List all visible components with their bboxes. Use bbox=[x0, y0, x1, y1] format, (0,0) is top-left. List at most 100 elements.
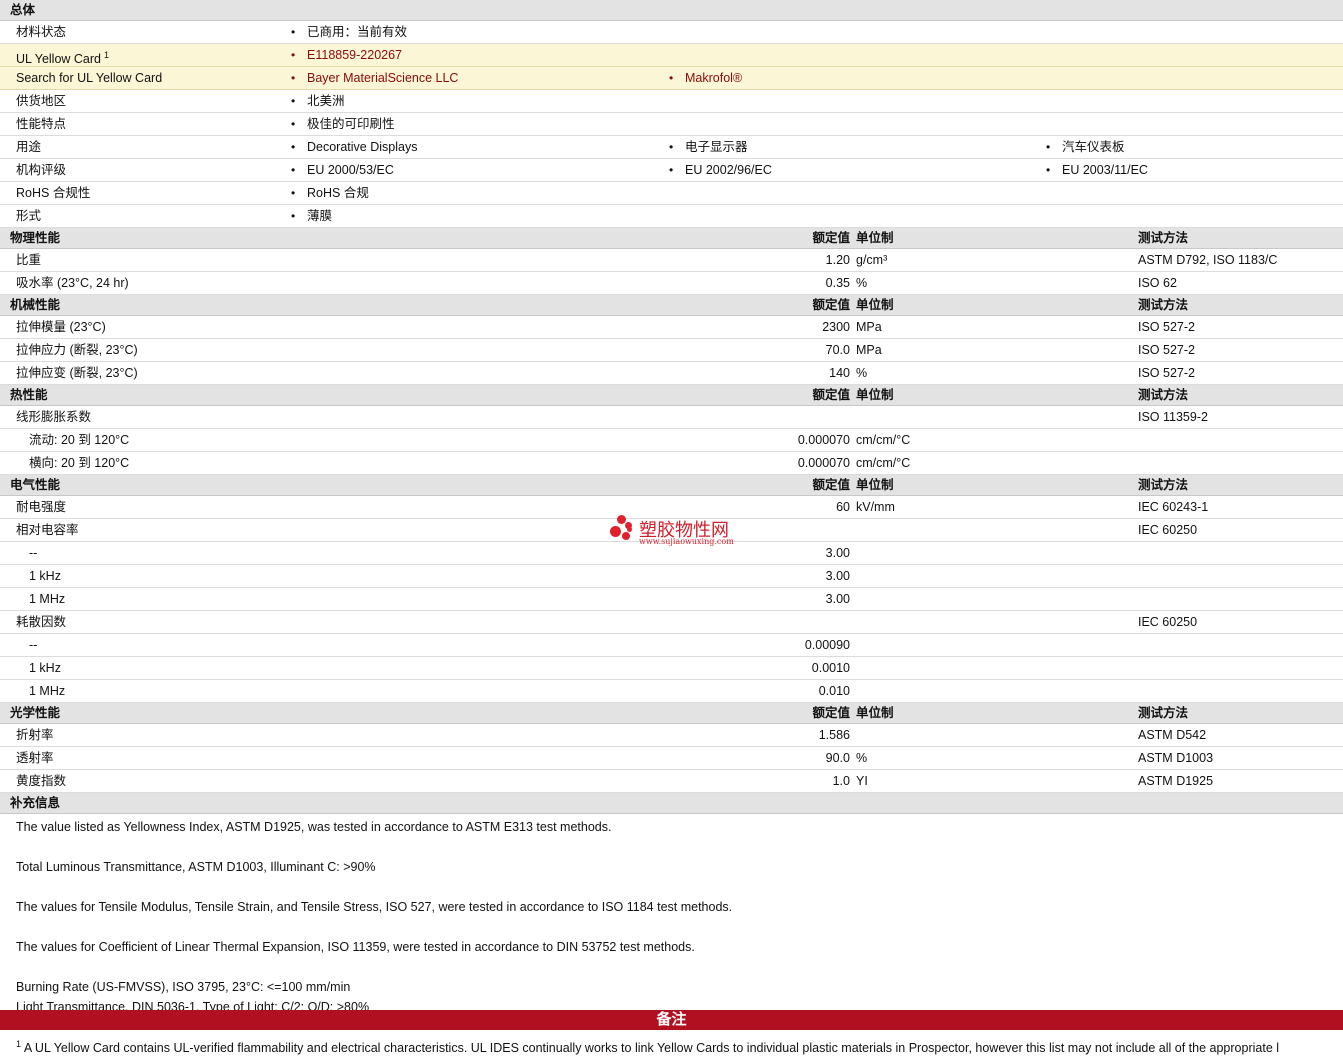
property-label: 吸水率 (23°C, 24 hr) bbox=[16, 276, 129, 290]
property-label: 横向: 20 到 120°C bbox=[29, 456, 130, 470]
section-title: 总体 bbox=[10, 3, 36, 17]
property-row: 流动: 20 到 120°C 0.000070 cm/cm/°C bbox=[0, 429, 1343, 452]
section-title: 电气性能 bbox=[10, 478, 61, 492]
property-value: 3.00 bbox=[825, 546, 850, 560]
section-title: 机械性能 bbox=[10, 298, 61, 312]
general-row: Search for UL Yellow Card Bayer MaterialS… bbox=[0, 67, 1343, 90]
test-method: IEC 60243-1 bbox=[1138, 500, 1209, 514]
general-row: UL Yellow Card1 E118859-220267 bbox=[0, 44, 1343, 67]
property-label: 耗散因数 bbox=[16, 615, 67, 629]
row-label: 性能特点 bbox=[16, 113, 66, 136]
row-value: EU 2003/11/EC bbox=[1046, 159, 1148, 182]
general-row: 形式 薄膜 bbox=[0, 205, 1343, 228]
col-header-value-label: 额定值 bbox=[812, 231, 850, 245]
general-row: 供货地区 北美洲 bbox=[0, 90, 1343, 113]
test-method: ISO 11359-2 bbox=[1138, 410, 1208, 424]
property-unit: cm/cm/°C bbox=[856, 456, 911, 470]
yellow-card-link[interactable]: E118859-220267 bbox=[291, 44, 402, 67]
property-row: 比重 1.20 g/cm³ ASTM D792, ISO 1183/C bbox=[0, 249, 1343, 272]
property-value: 70.0 bbox=[825, 343, 850, 357]
col-header-value-label: 额定值 bbox=[812, 298, 850, 312]
row-value: 已商用：当前有效 bbox=[291, 21, 407, 44]
test-method: IEC 60250 bbox=[1138, 615, 1198, 629]
property-label: 1 MHz bbox=[29, 592, 66, 606]
row-label-text: 性能特点 bbox=[16, 117, 67, 131]
watermark-url: www.sujiaowuxing.com bbox=[639, 537, 734, 546]
row-label: 形式 bbox=[16, 205, 41, 228]
section-header-electrical: 电气性能 额定值 单位制 测试方法 bbox=[0, 475, 1343, 496]
row-label-text: 形式 bbox=[16, 209, 42, 223]
col-header-method: 测试方法 bbox=[1138, 231, 1189, 245]
property-value: 0.35 bbox=[825, 276, 850, 290]
yellow-card-link[interactable]: Makrofol® bbox=[669, 67, 742, 90]
property-row: 拉伸应力 (断裂, 23°C) 70.0 MPa ISO 527-2 bbox=[0, 339, 1343, 362]
test-method: ASTM D1003 bbox=[1138, 751, 1214, 765]
test-method: ASTM D542 bbox=[1138, 728, 1207, 742]
property-value: 140 bbox=[829, 366, 850, 380]
property-row: 透射率 90.0% ASTM D1003 bbox=[0, 747, 1343, 770]
property-value: 0.000070 bbox=[797, 433, 850, 447]
property-unit: YI bbox=[856, 774, 868, 788]
row-value: EU 2002/96/EC bbox=[669, 159, 772, 182]
row-label-text: RoHS 合规性 bbox=[16, 186, 91, 200]
row-label: 材料状态 bbox=[16, 21, 66, 44]
test-method: ASTM D1925 bbox=[1138, 774, 1214, 788]
property-unit: % bbox=[856, 276, 868, 290]
datasheet: 总体材料状态 已商用：当前有效 UL Yellow Card1 E118859-220… bbox=[0, 0, 1343, 1017]
property-label: 耐电强度 bbox=[16, 500, 67, 514]
property-label: 折射率 bbox=[16, 728, 54, 742]
property-row: 黄度指数 1.0 YI ASTM D1925 bbox=[0, 770, 1343, 793]
property-label: -- bbox=[29, 546, 38, 560]
footnote-ref: 1 bbox=[104, 50, 110, 60]
row-label-text: 材料状态 bbox=[16, 25, 67, 39]
col-header-unit: 单位制 bbox=[856, 706, 894, 720]
col-header-method: 测试方法 bbox=[1138, 706, 1189, 720]
property-row: 耗散因数 IEC 60250 bbox=[0, 611, 1343, 634]
section-title: 补充信息 bbox=[10, 796, 61, 810]
property-value: 0.000070 bbox=[797, 456, 850, 470]
row-value: 汽车仪表板 bbox=[1046, 136, 1125, 159]
property-value: 1.586 bbox=[818, 728, 850, 742]
col-header-value-label: 额定值 bbox=[812, 388, 850, 402]
row-value: 薄膜 bbox=[291, 205, 332, 228]
row-value: 电子显示器 bbox=[669, 136, 748, 159]
property-unit: MPa bbox=[856, 343, 882, 357]
row-label: 供货地区 bbox=[16, 90, 66, 113]
property-value: 90.0 bbox=[825, 751, 850, 765]
section-header-physical: 物理性能 额定值 单位制 测试方法 bbox=[0, 228, 1343, 249]
property-unit: MPa bbox=[856, 320, 882, 334]
test-method: ISO 527-2 bbox=[1138, 343, 1195, 357]
property-row: 1 kHz 0.0010 bbox=[0, 657, 1343, 680]
test-method: IEC 60250 bbox=[1138, 523, 1198, 537]
footnote-text: A UL Yellow Card contains UL-verified fl… bbox=[23, 1041, 1280, 1056]
note-text: Total Luminous Transmittance, ASTM D1003… bbox=[16, 860, 376, 874]
property-label: 流动: 20 到 120°C bbox=[29, 433, 130, 447]
property-value: 2300 bbox=[822, 320, 850, 334]
note-text: The value listed as Yellowness Index, AS… bbox=[16, 820, 612, 834]
general-row: RoHS 合规性 RoHS 合规 bbox=[0, 182, 1343, 205]
property-label: 黄度指数 bbox=[16, 774, 67, 788]
section-title: 物理性能 bbox=[10, 231, 61, 245]
row-label: Search for UL Yellow Card bbox=[16, 67, 162, 90]
note-text: Burning Rate (US-FMVSS), ISO 3795, 23°C:… bbox=[16, 980, 351, 994]
property-value: 60 bbox=[836, 500, 850, 514]
section-title: 热性能 bbox=[10, 388, 48, 402]
test-method: ASTM D792, ISO 1183/C bbox=[1138, 253, 1278, 267]
property-label: 相对电容率 bbox=[16, 523, 79, 537]
col-header-value-label: 额定值 bbox=[812, 706, 850, 720]
footnote-number: 1 bbox=[16, 1039, 22, 1049]
section-title: 光学性能 bbox=[10, 706, 61, 720]
property-label: 1 kHz bbox=[29, 569, 61, 583]
property-unit: cm/cm/°C bbox=[856, 433, 911, 447]
property-label: 透射率 bbox=[16, 751, 54, 765]
section-header-general: 总体 bbox=[0, 0, 1343, 21]
property-value: 0.010 bbox=[818, 684, 850, 698]
yellow-card-link[interactable]: Bayer MaterialScience LLC bbox=[291, 67, 458, 90]
property-row: 1 MHz 0.010 bbox=[0, 680, 1343, 703]
test-method: ISO 527-2 bbox=[1138, 366, 1195, 380]
col-header-value-label: 额定值 bbox=[812, 478, 850, 492]
row-label-text: 机构评级 bbox=[16, 163, 67, 177]
row-value: 北美洲 bbox=[291, 90, 345, 113]
property-row: -- 0.00090 bbox=[0, 634, 1343, 657]
general-row: 用途 Decorative Displays 电子显示器 汽车仪表板 bbox=[0, 136, 1343, 159]
